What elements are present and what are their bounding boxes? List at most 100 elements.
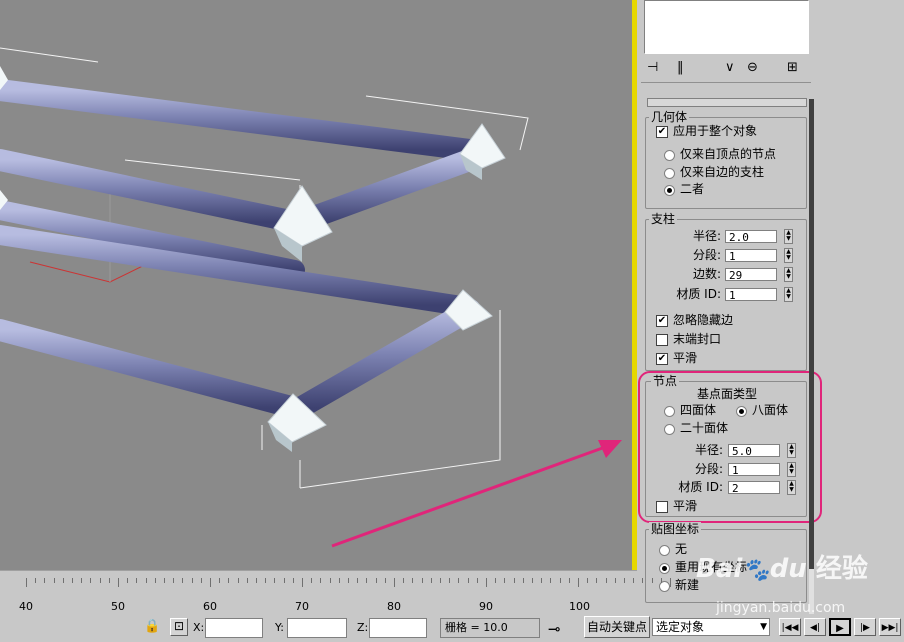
track-tick (421, 578, 423, 583)
only-vertex-radio[interactable] (664, 150, 675, 161)
track-tick (274, 578, 276, 583)
track-tick (578, 578, 579, 587)
strut-radius-input[interactable]: 2.0 (725, 230, 777, 244)
track-tick (228, 578, 230, 583)
mapping-title: 贴图坐标 (649, 522, 702, 536)
strut-sides-spinner[interactable]: ▲ ▼ (784, 267, 793, 282)
track-tick (210, 578, 211, 587)
pin-stack-icon[interactable]: ⊣ (647, 60, 658, 75)
selection-set-dropdown[interactable]: 选定对象 ▼ (652, 618, 770, 636)
track-tick (357, 578, 359, 583)
track-tick (173, 578, 175, 583)
track-tick (605, 578, 607, 583)
remove-modifier-icon[interactable]: ⊖ (747, 60, 758, 75)
track-tick (559, 578, 561, 583)
track-tick (338, 578, 340, 583)
y-label: Y: (275, 621, 284, 634)
show-end-result-icon[interactable]: ‖ (677, 60, 684, 75)
track-tick (366, 578, 368, 583)
lock-selection-icon[interactable]: 🔒 (144, 619, 160, 634)
apply-whole-checkbox[interactable]: ✔ (656, 126, 668, 138)
track-tick (320, 578, 322, 583)
track-tick (642, 578, 644, 583)
track-tick (329, 578, 331, 583)
track-bar[interactable]: 40 50 60 70 80 90 100 (0, 570, 671, 615)
play-icon[interactable]: ▶ (829, 618, 851, 636)
track-tick (614, 578, 616, 583)
track-tick (430, 578, 432, 583)
track-tick (35, 578, 37, 583)
track-tick (476, 578, 478, 583)
previous-frame-icon[interactable]: ◀| (804, 618, 826, 636)
make-unique-icon[interactable]: ∨ (725, 60, 735, 75)
track-tick (311, 578, 313, 583)
track-tick (541, 578, 543, 583)
strut-matid-spinner[interactable]: ▲ ▼ (784, 287, 793, 302)
y-coordinate-field[interactable] (287, 618, 347, 638)
track-tick (587, 578, 589, 583)
absolute-mode-icon[interactable]: ⊡ (170, 618, 188, 636)
x-coordinate-field[interactable] (205, 618, 263, 638)
track-tick (513, 578, 515, 583)
geometry-title: 几何体 (649, 110, 690, 124)
strut-segments-input[interactable]: 1 (725, 249, 777, 263)
apply-whole-label: 应用于整个对象 (673, 124, 758, 138)
next-frame-icon[interactable]: |▶ (854, 618, 876, 636)
strut-radius-label: 半径: (692, 229, 721, 243)
ignore-hidden-checkbox[interactable]: ✔ (656, 315, 668, 327)
auto-key-button[interactable]: 自动关键点 (584, 616, 650, 638)
track-tick (467, 578, 469, 583)
track-tick (265, 578, 267, 583)
modifier-stack-list[interactable] (644, 0, 809, 54)
configure-sets-icon[interactable]: ⊞ (787, 60, 798, 75)
track-tick (200, 578, 202, 583)
key-mode-icon[interactable]: ⊸ (548, 620, 561, 638)
end-caps-checkbox[interactable] (656, 334, 668, 346)
strut-smooth-checkbox[interactable]: ✔ (656, 353, 668, 365)
only-edge-radio[interactable] (664, 168, 675, 179)
both-radio[interactable] (664, 185, 675, 196)
track-tick (237, 578, 239, 583)
track-tick (118, 578, 119, 587)
mapping-reuse-radio[interactable] (659, 563, 670, 574)
viewport-scene (0, 47, 622, 548)
track-tick (651, 578, 653, 583)
both-label: 二者 (680, 182, 705, 196)
track-tick (72, 578, 73, 583)
go-to-end-icon[interactable]: ▶▶| (879, 618, 901, 636)
track-tick (449, 578, 451, 583)
x-label: X: (193, 621, 205, 634)
baidu-jingyan: 经验 (815, 554, 868, 584)
track-tick (440, 578, 441, 583)
mapping-none-radio[interactable] (659, 545, 670, 556)
frame-label-80: 80 (387, 600, 401, 613)
perspective-viewport[interactable] (0, 0, 632, 570)
strut-matid-input[interactable]: 1 (725, 288, 777, 302)
track-tick (302, 578, 303, 587)
track-tick (522, 578, 524, 583)
panel-scroll-thumb[interactable] (809, 99, 814, 569)
strut-radius-spinner[interactable]: ▲ ▼ (784, 229, 793, 244)
strut-smooth-label: 平滑 (673, 351, 698, 365)
track-tick (283, 578, 285, 583)
strut-matid-label: 材质 ID: (676, 287, 721, 301)
strut-segments-spinner[interactable]: ▲ ▼ (784, 248, 793, 263)
track-tick (44, 578, 46, 583)
status-bar: 🔒 ⊡ X: Y: Z: 栅格 = 10.0 ⊸ 自动关键点 选定对象 ▼ |◀… (0, 614, 904, 642)
track-tick (394, 578, 395, 587)
strut-sides-input[interactable]: 29 (725, 268, 777, 282)
z-coordinate-field[interactable] (369, 618, 427, 638)
parameters-rollout-header[interactable] (647, 98, 807, 107)
z-label: Z: (357, 621, 369, 634)
track-tick (99, 578, 101, 583)
go-to-start-icon[interactable]: |◀◀ (779, 618, 801, 636)
track-tick (348, 578, 349, 583)
baidu-brand: Bai🐾du 经验 (696, 548, 868, 585)
track-tick (136, 578, 138, 583)
track-tick (504, 578, 506, 583)
track-tick (458, 578, 460, 583)
track-tick (90, 578, 92, 583)
track-tick (81, 578, 83, 583)
track-tick (568, 578, 570, 583)
dropdown-arrow-icon[interactable]: ▼ (760, 619, 767, 635)
